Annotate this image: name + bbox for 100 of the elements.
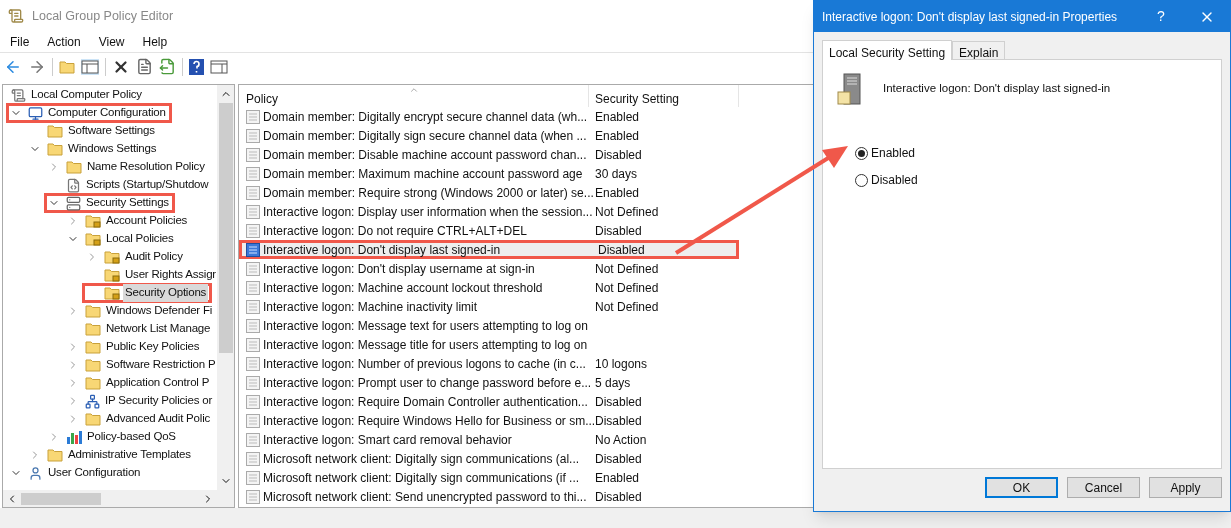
dialog-tab[interactable]: Explain (952, 41, 1006, 59)
list-row[interactable]: Interactive logon: Smart card removal behavior No Action (239, 430, 739, 449)
panel-icon[interactable] (210, 58, 228, 75)
list-row[interactable]: Domain member: Digitally sign secure channel data (when ... Enabled (239, 126, 739, 145)
list-row[interactable]: Interactive logon: Machine inactivity limit Not Defined (239, 297, 739, 316)
security-setting: 5 days (594, 374, 632, 392)
policy-name: Interactive logon: Message title for users attempting to log on (263, 336, 588, 354)
policy-icon (246, 356, 260, 371)
tree-label: Windows Defender Fi (105, 303, 214, 319)
policy-title: Interactive logon: Don't display last signed-in (883, 81, 1111, 96)
menu-item[interactable]: Action (47, 33, 81, 51)
list-row[interactable]: Interactive logon: Don't display last signed-in Disabled (239, 240, 739, 259)
list-row[interactable]: Domain member: Disable machine account password chan... Disabled (239, 145, 739, 164)
security-setting: Disabled (594, 146, 643, 164)
dialog-tab[interactable]: Local Security Setting (822, 40, 953, 60)
tree-label: Public Key Policies (105, 339, 201, 355)
network-icon (85, 393, 100, 409)
tree-label: User Configuration (47, 465, 142, 481)
tree-item[interactable]: Windows Settings (25, 139, 163, 159)
horizontal-scrollbar[interactable] (3, 490, 234, 507)
tree-item[interactable]: Network List Manage (63, 319, 217, 339)
tree-item[interactable]: Computer Configuration (6, 103, 172, 123)
policy-icon (246, 147, 260, 162)
dialog-button[interactable]: Apply (1149, 477, 1222, 498)
list-row[interactable]: Domain member: Require strong (Windows 2000 or later) se...Enabled (239, 183, 739, 202)
tree-item[interactable]: Security Settings (44, 193, 175, 213)
list-row[interactable]: Interactive logon: Require Domain Controller authentication... Disabled (239, 392, 739, 411)
folder-icon (85, 412, 101, 426)
properties-icon[interactable] (136, 58, 153, 75)
list-row[interactable]: Microsoft network client: Digitally sign communications (if ... Enabled (239, 468, 739, 487)
tree-item[interactable]: User Rights Assigr (82, 265, 217, 285)
security-setting: 10 logons (594, 355, 649, 373)
list-row[interactable]: Interactive logon: Number of previous logons to cache (in c... 10 logons (239, 354, 739, 373)
user-icon (28, 465, 43, 481)
export-icon[interactable] (159, 58, 176, 75)
list-row[interactable]: Interactive logon: Prompt user to change password before e... 5 days (239, 373, 739, 392)
list-row[interactable]: Microsoft network client: Digitally sign communications (al... Disabled (239, 449, 739, 468)
list-row[interactable]: Interactive logon: Machine account lockout threshold Not Defined (239, 278, 739, 297)
list-row[interactable]: Domain member: Digitally encrypt secure channel data (wh... Enabled (239, 107, 739, 126)
dialog-button[interactable]: OK (985, 477, 1058, 498)
tree-item[interactable]: Local Policies (63, 229, 180, 249)
vertical-scrollbar[interactable] (217, 85, 234, 490)
radio-button[interactable] (855, 146, 868, 160)
policy-name: Interactive logon: Display user information when the session... (263, 203, 593, 221)
locked-folder-icon (85, 232, 101, 246)
tree-item[interactable]: Account Policies (63, 211, 194, 231)
list-row[interactable]: Domain member: Maximum machine account password age 30 days (239, 164, 739, 183)
tree-item[interactable]: Public Key Policies (63, 337, 206, 357)
help-button[interactable]: ? (1138, 6, 1184, 27)
list-row[interactable]: Interactive logon: Message text for users attempting to log on (239, 316, 739, 335)
tree-item[interactable]: Audit Policy (82, 247, 189, 267)
tree-item[interactable]: Security Options (82, 283, 213, 303)
policy-icon (246, 223, 260, 238)
folder-icon (47, 142, 63, 156)
policy-icon (246, 299, 260, 314)
tree-item[interactable]: Scripts (Startup/Shutdow (44, 175, 215, 195)
help-icon[interactable] (189, 58, 204, 75)
list-row[interactable]: Interactive logon: Do not require CTRL+ALT+DEL Disabled (239, 221, 739, 240)
tree-label: Software Settings (67, 123, 156, 139)
column-header[interactable]: Security Setting (589, 85, 739, 107)
policy-name: Interactive logon: Do not require CTRL+ALT+DEL (263, 222, 527, 240)
tree-item[interactable]: IP Security Policies or (63, 391, 217, 411)
computer-icon (28, 105, 43, 121)
list-row[interactable]: Microsoft network client: Send unencrypted password to thi... Disabled (239, 487, 739, 506)
panel-toggle-icon[interactable] (81, 58, 99, 75)
policy-icon (246, 185, 260, 200)
tree-item[interactable]: Application Control P (63, 373, 216, 393)
menu-item[interactable]: File (10, 33, 30, 51)
policy-name: Domain member: Disable machine account password chan... (263, 146, 587, 164)
security-setting: Disabled (594, 488, 643, 506)
tree-item[interactable]: Software Restriction P (63, 355, 217, 375)
tree-item[interactable]: Windows Defender Fi (63, 301, 217, 321)
policy-name: Microsoft network client: Digitally sign communications (if ... (263, 469, 580, 487)
policy-name: Interactive logon: Machine account lockout threshold (263, 279, 543, 297)
app-icon (8, 8, 24, 24)
tree-item[interactable]: Software Settings (25, 121, 161, 141)
tree-item[interactable]: Local Computer Policy (8, 85, 148, 105)
list-row[interactable]: Interactive logon: Require Windows Hello for Business or sm...Disabled (239, 411, 739, 430)
list-row[interactable]: Interactive logon: Display user information when the session... Not Defined (239, 202, 739, 221)
policy-icon (246, 109, 260, 124)
policy-icon (246, 394, 260, 409)
policy-name: Domain member: Digitally sign secure channel data (when ... (263, 127, 587, 145)
tree-item[interactable]: Administrative Templates (25, 445, 197, 465)
menu-item[interactable]: Help (142, 33, 168, 51)
dialog-button[interactable]: Cancel (1067, 477, 1140, 498)
policy-icon (246, 261, 260, 276)
menu-item[interactable]: View (98, 33, 125, 51)
column-header[interactable]: Policy (239, 85, 589, 107)
list-row[interactable]: Interactive logon: Don't display username at sign-in Not Defined (239, 259, 739, 278)
policy-name: Interactive logon: Don't display username at sign-in (263, 260, 535, 278)
tree-item[interactable]: User Configuration (6, 463, 147, 483)
list-row[interactable]: Interactive logon: Message title for users attempting to log on (239, 335, 739, 354)
tree-item[interactable]: Advanced Audit Polic (63, 409, 217, 429)
tree-item[interactable]: Policy-based QoS (44, 427, 182, 447)
policy-icon (246, 375, 260, 390)
tree-item[interactable]: Name Resolution Policy (44, 157, 211, 177)
radio-button[interactable] (855, 173, 868, 187)
sort-icon (409, 85, 419, 95)
policy-icon (246, 318, 260, 333)
folder-icon (85, 376, 101, 390)
